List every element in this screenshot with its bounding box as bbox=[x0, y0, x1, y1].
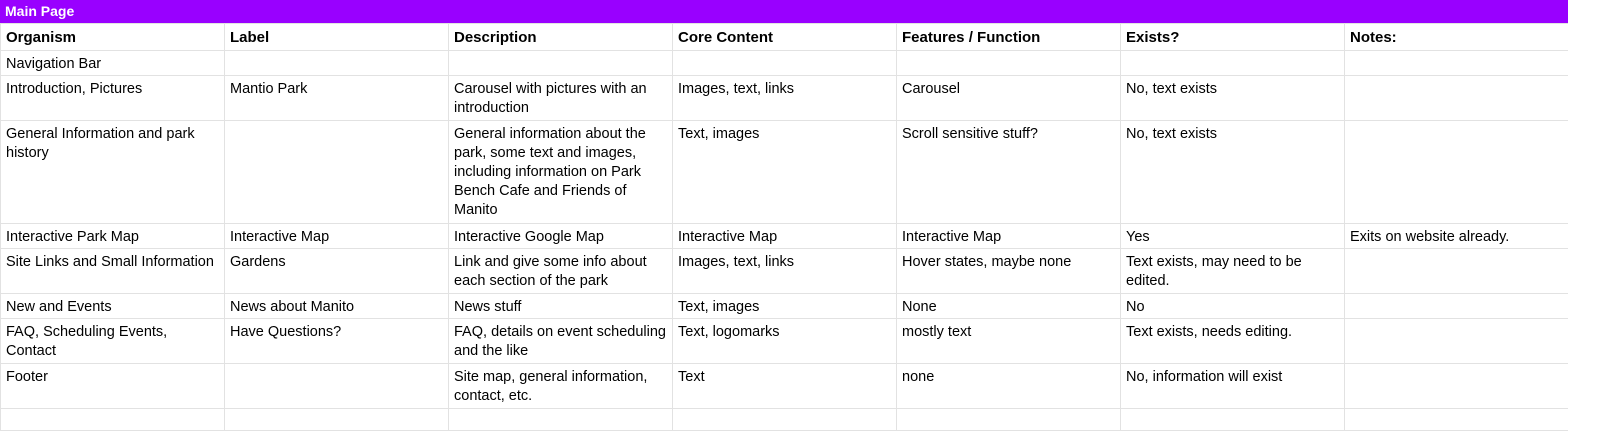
cell-exists[interactable]: Text exists, needs editing. bbox=[1120, 318, 1345, 364]
cell-label[interactable]: Mantio Park bbox=[224, 75, 449, 121]
cell-features[interactable]: Interactive Map bbox=[896, 223, 1121, 249]
cell-description[interactable]: Interactive Google Map bbox=[448, 223, 673, 249]
cell-notes[interactable] bbox=[1344, 293, 1569, 319]
cell-description[interactable]: Link and give some info about each secti… bbox=[448, 248, 673, 294]
cell-description[interactable]: Site map, general information, contact, … bbox=[448, 363, 673, 409]
cell-label[interactable]: Interactive Map bbox=[224, 223, 449, 249]
cell-core-content[interactable]: Text, images bbox=[672, 293, 897, 319]
cell-organism[interactable] bbox=[0, 408, 225, 431]
table-row: New and Events News about Manito News stuf… bbox=[0, 293, 1569, 319]
cell-core-content[interactable] bbox=[672, 50, 897, 76]
cell-label[interactable] bbox=[224, 363, 449, 409]
cell-label[interactable] bbox=[224, 120, 449, 224]
cell-features[interactable]: None bbox=[896, 293, 1121, 319]
table-row: General Information and park history Gene… bbox=[0, 120, 1569, 224]
cell-exists[interactable]: No bbox=[1120, 293, 1345, 319]
cell-notes[interactable] bbox=[1344, 363, 1569, 409]
cell-features[interactable]: none bbox=[896, 363, 1121, 409]
cell-description[interactable] bbox=[448, 408, 673, 431]
table-row bbox=[0, 408, 1569, 431]
cell-features[interactable]: mostly text bbox=[896, 318, 1121, 364]
cell-organism[interactable]: FAQ, Scheduling Events, Contact bbox=[0, 318, 225, 364]
cell-core-content[interactable] bbox=[672, 408, 897, 431]
cell-exists[interactable]: No, text exists bbox=[1120, 75, 1345, 121]
cell-description[interactable]: Carousel with pictures with an introduct… bbox=[448, 75, 673, 121]
sheet-margin bbox=[1568, 0, 1618, 442]
spreadsheet: Main Page Organism Label Description Cor… bbox=[0, 0, 1569, 442]
column-header-core-content[interactable]: Core Content bbox=[672, 23, 897, 51]
cell-organism[interactable]: General Information and park history bbox=[0, 120, 225, 224]
spreadsheet-grid: Organism Label Description Core Content … bbox=[0, 23, 1569, 431]
cell-core-content[interactable]: Images, text, links bbox=[672, 75, 897, 121]
cell-exists[interactable]: No, text exists bbox=[1120, 120, 1345, 224]
cell-organism[interactable]: Footer bbox=[0, 363, 225, 409]
cell-label[interactable] bbox=[224, 408, 449, 431]
cell-core-content[interactable]: Images, text, links bbox=[672, 248, 897, 294]
cell-description[interactable] bbox=[448, 50, 673, 76]
cell-notes[interactable] bbox=[1344, 408, 1569, 431]
cell-notes[interactable] bbox=[1344, 248, 1569, 294]
cell-notes[interactable] bbox=[1344, 50, 1569, 76]
cell-description[interactable]: FAQ, details on event scheduling and the… bbox=[448, 318, 673, 364]
cell-features[interactable] bbox=[896, 50, 1121, 76]
column-header-features[interactable]: Features / Function bbox=[896, 23, 1121, 51]
cell-exists[interactable]: Yes bbox=[1120, 223, 1345, 249]
cell-organism[interactable]: Interactive Park Map bbox=[0, 223, 225, 249]
cell-core-content[interactable]: Text, logomarks bbox=[672, 318, 897, 364]
cell-description[interactable]: General information about the park, some… bbox=[448, 120, 673, 224]
cell-features[interactable]: Carousel bbox=[896, 75, 1121, 121]
table-row: Site Links and Small Information Gardens L… bbox=[0, 248, 1569, 294]
cell-core-content[interactable]: Text bbox=[672, 363, 897, 409]
cell-core-content[interactable]: Text, images bbox=[672, 120, 897, 224]
cell-notes[interactable] bbox=[1344, 75, 1569, 121]
cell-notes[interactable]: Exits on website already. bbox=[1344, 223, 1569, 249]
cell-features[interactable]: Hover states, maybe none bbox=[896, 248, 1121, 294]
table-row: FAQ, Scheduling Events, Contact Have Ques… bbox=[0, 318, 1569, 364]
cell-exists[interactable]: No, information will exist bbox=[1120, 363, 1345, 409]
cell-organism[interactable]: New and Events bbox=[0, 293, 225, 319]
column-header-organism[interactable]: Organism bbox=[0, 23, 225, 51]
column-header-label[interactable]: Label bbox=[224, 23, 449, 51]
sheet-title-banner[interactable]: Main Page bbox=[0, 0, 1568, 23]
cell-description[interactable]: News stuff bbox=[448, 293, 673, 319]
cell-exists[interactable] bbox=[1120, 408, 1345, 431]
cell-notes[interactable] bbox=[1344, 318, 1569, 364]
cell-exists[interactable] bbox=[1120, 50, 1345, 76]
cell-label[interactable]: Gardens bbox=[224, 248, 449, 294]
cell-organism[interactable]: Navigation Bar bbox=[0, 50, 225, 76]
table-row: Footer Site map, general information, con… bbox=[0, 363, 1569, 409]
cell-exists[interactable]: Text exists, may need to be edited. bbox=[1120, 248, 1345, 294]
table-row: Interactive Park Map Interactive Map Inter… bbox=[0, 223, 1569, 249]
cell-features[interactable]: Scroll sensitive stuff? bbox=[896, 120, 1121, 224]
cell-label[interactable]: Have Questions? bbox=[224, 318, 449, 364]
table-body: Navigation Bar Introduction, Pictures Mant… bbox=[0, 50, 1569, 431]
cell-organism[interactable]: Introduction, Pictures bbox=[0, 75, 225, 121]
cell-notes[interactable] bbox=[1344, 120, 1569, 224]
cell-label[interactable]: News about Manito bbox=[224, 293, 449, 319]
cell-features[interactable] bbox=[896, 408, 1121, 431]
cell-label[interactable] bbox=[224, 50, 449, 76]
column-header-description[interactable]: Description bbox=[448, 23, 673, 51]
table-row: Introduction, Pictures Mantio Park Carouse… bbox=[0, 75, 1569, 121]
header-row: Organism Label Description Core Content … bbox=[0, 23, 1569, 51]
cell-core-content[interactable]: Interactive Map bbox=[672, 223, 897, 249]
column-header-notes[interactable]: Notes: bbox=[1344, 23, 1569, 51]
table-row: Navigation Bar bbox=[0, 50, 1569, 76]
cell-organism[interactable]: Site Links and Small Information bbox=[0, 248, 225, 294]
column-header-exists[interactable]: Exists? bbox=[1120, 23, 1345, 51]
